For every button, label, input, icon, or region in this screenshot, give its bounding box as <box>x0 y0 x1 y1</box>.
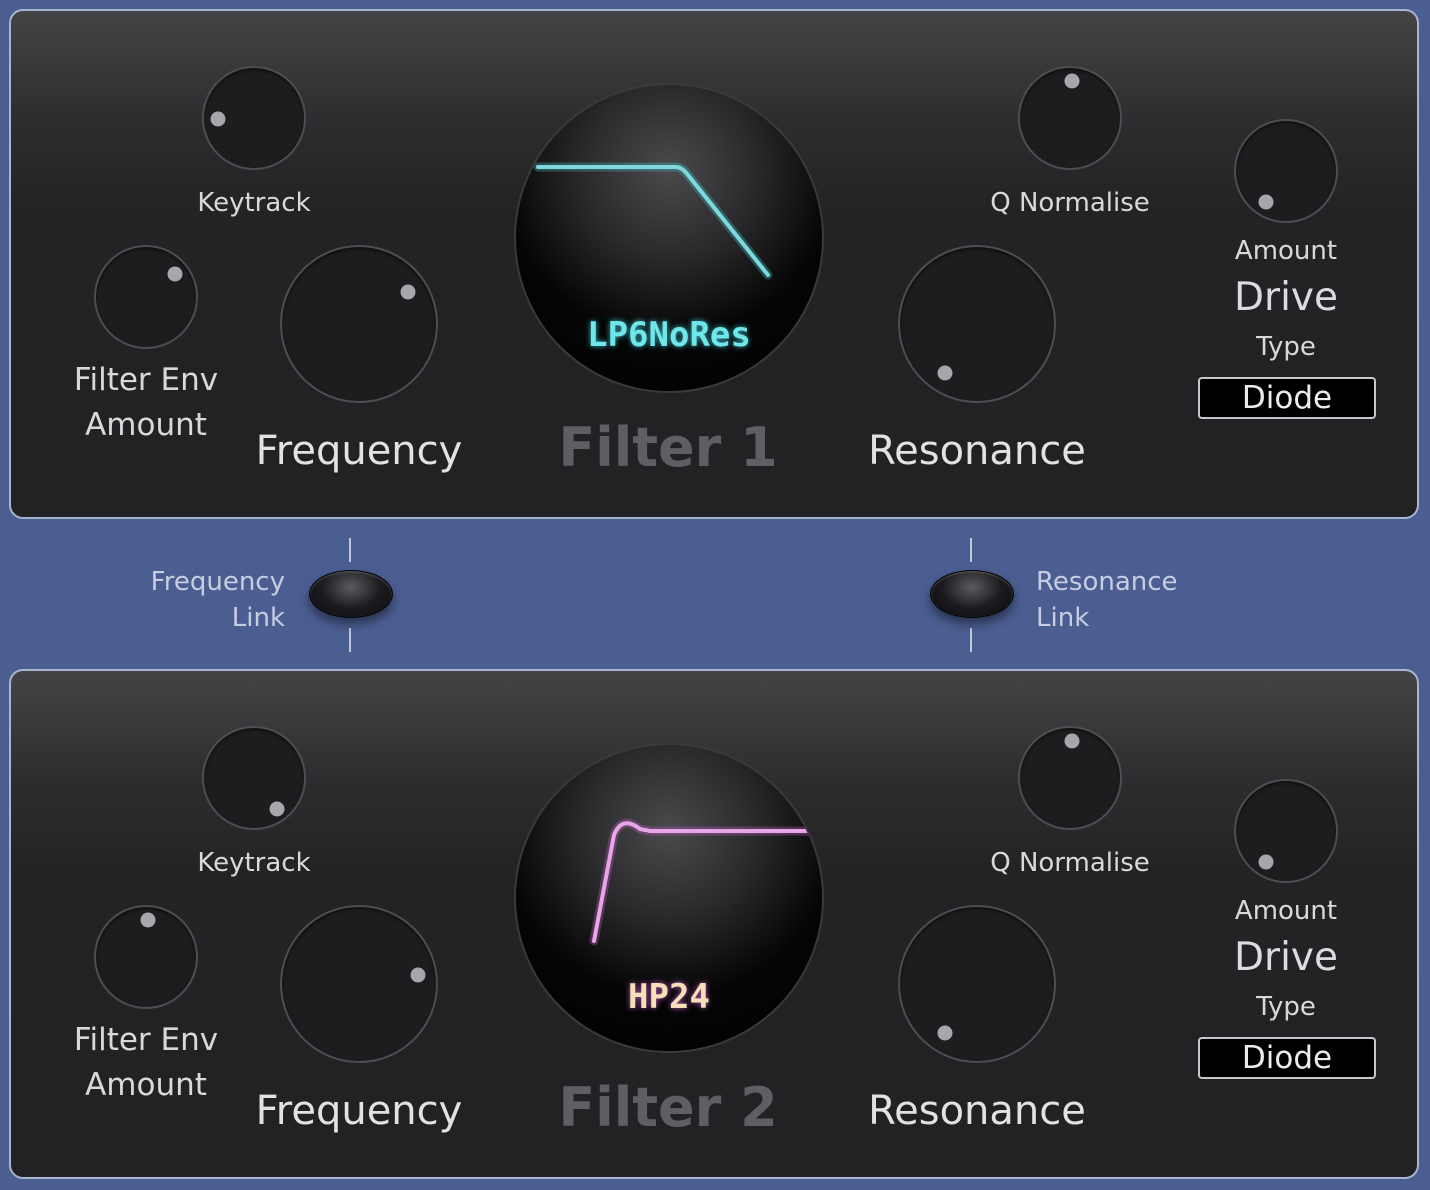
filter-1-drive-type-label: Type <box>1256 332 1316 362</box>
filter-2-filter-env-label: Filter Env <box>73 1022 219 1058</box>
filter-1-resonance-label: Resonance <box>868 428 1086 474</box>
resonance-link-label-1: Resonance <box>1036 567 1178 597</box>
filter-2-drive-amount-label: Amount <box>1234 896 1338 926</box>
filter-2-response-display[interactable]: HP24 <box>514 743 824 1053</box>
resonance-link-tick-bottom <box>970 628 972 652</box>
filter-1-keytrack-label: Keytrack <box>197 188 311 218</box>
knob-indicator <box>937 1025 953 1041</box>
filter-2-drive-type-select[interactable]: Diode <box>1198 1037 1376 1079</box>
knob-indicator <box>400 284 416 300</box>
filter-2-drive-label: Drive <box>1234 935 1338 980</box>
filter-2-frequency-label: Frequency <box>255 1088 463 1134</box>
filter-1-drive-label: Drive <box>1234 275 1338 320</box>
filter-1-frequency-label: Frequency <box>255 428 463 474</box>
filter-2-keytrack-label: Keytrack <box>197 848 311 878</box>
filter-2-drive-type-label: Type <box>1256 992 1316 1022</box>
filter-1-drive-type-select[interactable]: Diode <box>1198 377 1376 419</box>
resonance-link-tick-top <box>970 538 972 562</box>
knob-indicator <box>410 967 426 983</box>
filter-1-filter-env-amount-label: Amount <box>85 407 207 443</box>
filter-2-panel: Keytrack Q Normalise Filter Env Amount F… <box>9 669 1419 1179</box>
filter-2-q-normalise-knob[interactable] <box>1018 726 1122 830</box>
filter-1-title: Filter 1 <box>558 416 778 479</box>
knob-indicator <box>210 111 226 127</box>
frequency-link-label-1: Frequency <box>150 567 285 597</box>
knob-indicator <box>1258 194 1274 210</box>
frequency-link-tick-top <box>349 538 351 562</box>
frequency-link-tick-bottom <box>349 628 351 652</box>
resonance-link-button[interactable] <box>930 570 1014 618</box>
filter-1-mode-label: LP6NoRes <box>587 315 751 355</box>
knob-indicator <box>269 801 285 817</box>
filter-2-resonance-knob[interactable] <box>898 905 1056 1063</box>
filter-2-title: Filter 2 <box>558 1076 778 1139</box>
knob-indicator <box>140 912 156 928</box>
filter-1-drive-amount-knob[interactable] <box>1234 119 1338 223</box>
frequency-link-button[interactable] <box>309 570 393 618</box>
knob-indicator <box>1064 73 1080 89</box>
resonance-link-label-2: Link <box>1036 603 1090 633</box>
filter-1-resonance-knob[interactable] <box>898 245 1056 403</box>
filter-2-q-normalise-label: Q Normalise <box>990 848 1150 878</box>
filter-2-filter-env-amount-knob[interactable] <box>94 905 198 1009</box>
filter-1-filter-env-label: Filter Env <box>73 362 219 398</box>
filter-1-drive-amount-label: Amount <box>1234 236 1338 266</box>
filter-1-response-display[interactable]: LP6NoRes <box>514 83 824 393</box>
filter-1-keytrack-knob[interactable] <box>202 66 306 170</box>
filter-2-keytrack-knob[interactable] <box>202 726 306 830</box>
knob-indicator <box>1258 854 1274 870</box>
filter-2-filter-env-amount-label: Amount <box>85 1067 207 1103</box>
filter-2-resonance-label: Resonance <box>868 1088 1086 1134</box>
filter-2-mode-label: HP24 <box>628 977 710 1017</box>
knob-indicator <box>937 365 953 381</box>
filter-1-q-normalise-knob[interactable] <box>1018 66 1122 170</box>
knob-indicator <box>167 266 183 282</box>
filter-1-panel: Keytrack Q Normalise Filter Env Amount F… <box>9 9 1419 519</box>
filter-1-q-normalise-label: Q Normalise <box>990 188 1150 218</box>
frequency-link-label-2: Link <box>231 603 285 633</box>
filter-2-drive-amount-knob[interactable] <box>1234 779 1338 883</box>
filter-1-filter-env-amount-knob[interactable] <box>94 245 198 349</box>
filter-1-frequency-knob[interactable] <box>280 245 438 403</box>
knob-indicator <box>1064 733 1080 749</box>
filter-2-frequency-knob[interactable] <box>280 905 438 1063</box>
